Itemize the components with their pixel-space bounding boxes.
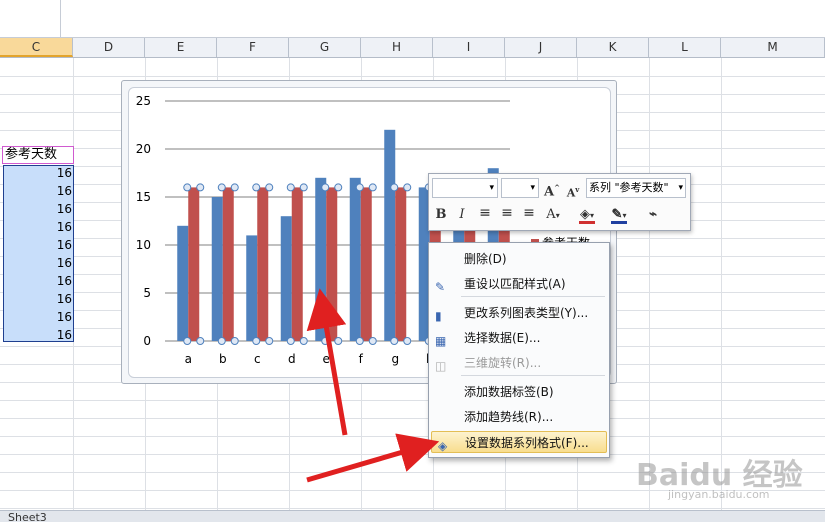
- annotation-arrows: [306, 288, 440, 483]
- annotation-arrow-up: [306, 288, 348, 436]
- sheet-tab-bar: [0, 510, 825, 522]
- watermark-url: jingyan.baidu.com: [668, 488, 770, 501]
- annotation-arrow-right: [306, 433, 440, 483]
- sheet-tab[interactable]: Sheet3: [8, 511, 47, 524]
